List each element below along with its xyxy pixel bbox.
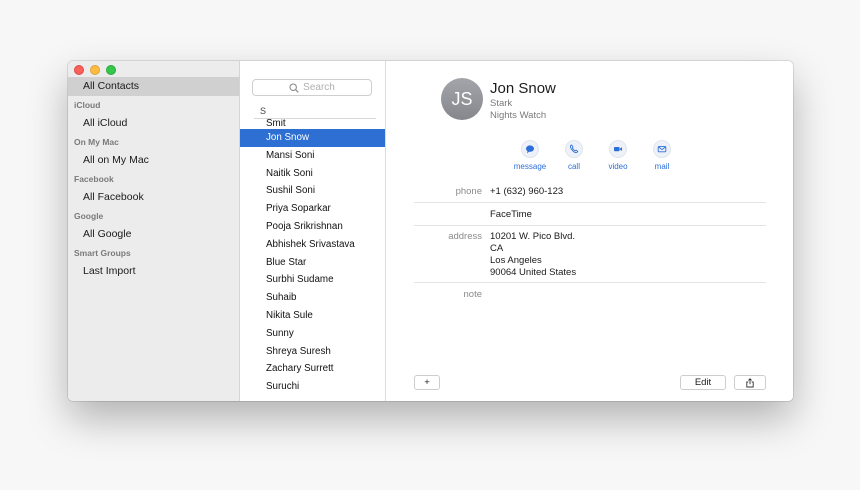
contact-row-selected[interactable]: Jon Snow: [240, 129, 385, 147]
contact-row[interactable]: Pooja Srikrishnan: [240, 218, 385, 236]
group-list: All Contacts iCloud All iCloud On My Mac…: [68, 77, 239, 282]
call-action-button[interactable]: call: [552, 140, 596, 171]
video-camera-icon: [614, 147, 622, 152]
sidebar: All Contacts iCloud All iCloud On My Mac…: [68, 61, 240, 401]
action-bar: message call video mail: [508, 140, 684, 171]
minimize-window-button[interactable]: [90, 65, 100, 75]
contact-row[interactable]: Sunny: [240, 325, 385, 343]
contact-name: Jon Snow: [490, 80, 556, 97]
note-label: note: [463, 289, 483, 300]
phone-value[interactable]: +1 (632) 960-123: [490, 186, 563, 197]
sidebar-section-icloud: iCloud: [74, 100, 101, 110]
sidebar-section-facebook: Facebook: [74, 174, 114, 184]
sidebar-section-google: Google: [74, 211, 104, 221]
contact-list-pane: Search S Smit Jon Snow Mansi Soni Naitik…: [240, 61, 386, 401]
contact-row[interactable]: Suruchi: [240, 378, 385, 396]
phone-label: phone: [455, 186, 482, 197]
contact-row[interactable]: Naitik Soni: [240, 165, 385, 183]
sidebar-item-all-google[interactable]: All Google: [68, 225, 239, 244]
contact-row[interactable]: Abhishek Srivastava: [240, 236, 385, 254]
zoom-window-button[interactable]: [106, 65, 116, 75]
contact-row[interactable]: Smit: [240, 113, 385, 129]
add-contact-button[interactable]: +: [414, 375, 440, 390]
message-action-label: message: [513, 162, 547, 171]
section-divider: [254, 118, 376, 119]
address-label: address: [448, 231, 482, 242]
search-placeholder: Search: [303, 82, 335, 93]
contact-row[interactable]: Mansi Soni: [240, 147, 385, 165]
window-controls: [74, 65, 116, 75]
share-icon: [746, 377, 754, 387]
address-line-2[interactable]: CA: [490, 243, 503, 254]
close-window-button[interactable]: [74, 65, 84, 75]
video-action-label: video: [608, 162, 628, 171]
sidebar-item-all-contacts[interactable]: All Contacts: [68, 77, 239, 96]
message-action-button[interactable]: message: [508, 140, 552, 171]
contact-card: JS Jon Snow Stark Nights Watch message c…: [386, 61, 793, 401]
address-line-3[interactable]: Los Angeles: [490, 255, 542, 266]
contact-row[interactable]: Suhaib: [240, 289, 385, 307]
contact-row[interactable]: Shreya Suresh: [240, 343, 385, 361]
sidebar-item-all-icloud[interactable]: All iCloud: [68, 114, 239, 133]
share-button[interactable]: [734, 375, 766, 390]
contact-company: Stark: [490, 98, 513, 109]
field-divider: [414, 282, 766, 283]
edit-button[interactable]: Edit: [680, 375, 726, 390]
video-action-button[interactable]: video: [596, 140, 640, 171]
phone-icon: [570, 144, 579, 154]
sidebar-item-all-facebook[interactable]: All Facebook: [68, 188, 239, 207]
search-icon: [289, 82, 299, 93]
contact-row[interactable]: Sushil Soni: [240, 182, 385, 200]
mail-action-button[interactable]: mail: [640, 140, 684, 171]
contacts-window: All Contacts iCloud All iCloud On My Mac…: [68, 61, 793, 401]
contact-row[interactable]: Nikita Sule: [240, 307, 385, 325]
envelope-icon: [657, 146, 667, 153]
contact-row[interactable]: Priya Soparkar: [240, 200, 385, 218]
contact-row[interactable]: Blue Star: [240, 254, 385, 272]
address-line-4[interactable]: 90064 United States: [490, 267, 576, 278]
sidebar-section-on-my-mac: On My Mac: [74, 137, 119, 147]
field-divider: [414, 202, 766, 203]
mail-action-label: mail: [654, 162, 670, 171]
sidebar-item-all-on-my-mac[interactable]: All on My Mac: [68, 151, 239, 170]
field-divider: [414, 225, 766, 226]
contact-list: Smit Jon Snow Mansi Soni Naitik Soni Sus…: [240, 113, 385, 396]
contact-department: Nights Watch: [490, 110, 547, 121]
avatar[interactable]: JS: [441, 78, 483, 120]
facetime-value[interactable]: FaceTime: [490, 209, 532, 220]
sidebar-section-smart-groups: Smart Groups: [74, 248, 131, 258]
message-icon: [526, 145, 534, 154]
address-line-1[interactable]: 10201 W. Pico Blvd.: [490, 231, 575, 242]
contact-row[interactable]: Zachary Surrett: [240, 360, 385, 378]
call-action-label: call: [567, 162, 580, 171]
search-field[interactable]: Search: [252, 79, 372, 96]
avatar-initials: JS: [451, 88, 473, 109]
contact-row[interactable]: Surbhi Sudame: [240, 271, 385, 289]
sidebar-item-last-import[interactable]: Last Import: [68, 262, 239, 281]
